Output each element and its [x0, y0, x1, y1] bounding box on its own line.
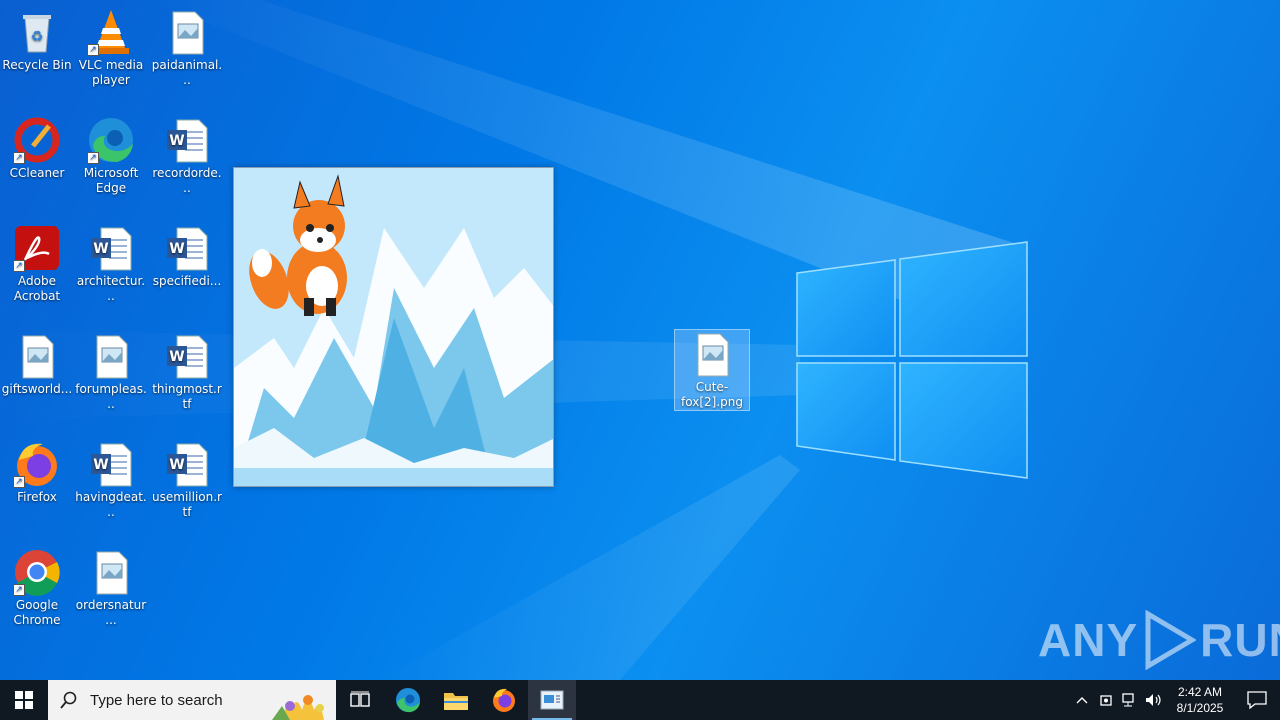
image-viewer-icon: [540, 690, 564, 710]
desktop-icon-usemillion[interactable]: W usemillion.rtf: [150, 440, 224, 520]
icon-label: Google Chrome: [13, 598, 61, 627]
image-file-icon: [87, 548, 135, 596]
word-doc-icon: W: [163, 224, 211, 272]
icon-label: Microsoft Edge: [83, 166, 139, 195]
desktop-icon-recordorde[interactable]: W recordorde...: [150, 116, 224, 196]
task-view-icon: [350, 691, 370, 707]
firefox-icon: [493, 688, 515, 712]
acrobat-icon: ↗: [13, 224, 61, 272]
desktop-icon-specifiedi[interactable]: W specifiedi...: [150, 224, 224, 289]
word-doc-icon: W: [87, 440, 135, 488]
watermark-text-any: ANY: [1038, 614, 1139, 666]
image-file-icon: [87, 332, 135, 380]
icon-label: havingdeat...: [75, 490, 147, 519]
taskbar-search-box[interactable]: Type here to search: [48, 680, 336, 720]
svg-text:♻: ♻: [31, 29, 44, 45]
icon-label: architectur...: [76, 274, 146, 303]
word-doc-icon: W: [163, 440, 211, 488]
image-file-icon: [13, 332, 61, 380]
search-placeholder: Type here to search: [90, 691, 223, 709]
svg-text:W: W: [169, 241, 184, 257]
desktop-icon-ordersnatur[interactable]: ordersnatur...: [74, 548, 148, 628]
chevron-up-icon: [1076, 697, 1088, 704]
svg-text:W: W: [93, 241, 108, 257]
word-doc-icon: W: [87, 224, 135, 272]
desktop-icon-thingmost[interactable]: W thingmost.rtf: [150, 332, 224, 412]
desktop-icon-ccleaner[interactable]: ↗ CCleaner: [0, 116, 74, 181]
start-button[interactable]: [0, 680, 48, 720]
search-icon: [60, 691, 77, 709]
desktop-icon-cute-fox[interactable]: Cute-fox[2].png: [674, 329, 750, 411]
firefox-icon: ↗: [13, 440, 61, 488]
fox-image-preview[interactable]: [233, 167, 554, 487]
fox-image: [234, 168, 553, 486]
icon-label: recordorde...: [152, 166, 222, 195]
icon-label: Adobe Acrobat: [13, 274, 61, 303]
folder-icon: [444, 693, 468, 710]
chrome-icon: ↗: [13, 548, 61, 596]
taskbar-edge-button[interactable]: [384, 680, 432, 720]
recycle-bin-icon: ♻: [13, 8, 61, 56]
taskbar-clock[interactable]: 2:42 AM 8/1/2025: [1166, 684, 1234, 716]
edge-icon: [396, 688, 420, 713]
windows-start-icon: [15, 691, 33, 709]
search-highlight-flowers-icon: [272, 695, 324, 720]
icon-label: thingmost.rtf: [152, 382, 222, 411]
network-button[interactable]: [1118, 680, 1142, 720]
taskbar: Type here to search 2:42 AM 8/1/2025: [0, 680, 1280, 720]
desktop-icon-microsoft-edge[interactable]: ↗ Microsoft Edge: [74, 116, 148, 196]
tray-app-button[interactable]: [1094, 680, 1118, 720]
play-icon: [1145, 610, 1197, 670]
taskbar-firefox-button[interactable]: [480, 680, 528, 720]
icon-label: specifiedi...: [152, 274, 222, 288]
taskbar-file-explorer-button[interactable]: [432, 680, 480, 720]
desktop-icon-havingdeat[interactable]: W havingdeat...: [74, 440, 148, 520]
desktop-icon-vlc[interactable]: ↗ VLC media player: [74, 8, 148, 88]
watermark-text-run: RUN: [1200, 614, 1280, 666]
desktop-icon-adobe-acrobat[interactable]: ↗ Adobe Acrobat: [0, 224, 74, 304]
desktop-icon-google-chrome[interactable]: ↗ Google Chrome: [0, 548, 74, 628]
word-doc-icon: W: [163, 332, 211, 380]
desktop-icon-firefox[interactable]: ↗ Firefox: [0, 440, 74, 505]
icon-label: Firefox: [17, 490, 57, 504]
tray-app-icon: [1100, 695, 1112, 706]
clock-time: 2:42 AM: [1177, 685, 1223, 699]
volume-button[interactable]: [1142, 680, 1166, 720]
word-doc-icon: W: [163, 116, 211, 164]
desktop-icon-architectur[interactable]: W architectur...: [74, 224, 148, 304]
action-center-button[interactable]: [1234, 680, 1280, 720]
svg-text:W: W: [169, 457, 184, 473]
task-view-button[interactable]: [336, 680, 384, 720]
edge-icon: ↗: [87, 116, 135, 164]
icon-label: CCleaner: [9, 166, 65, 180]
image-file-icon: [163, 8, 211, 56]
show-hidden-icons-button[interactable]: [1070, 680, 1094, 720]
desktop-icon-paidanimal[interactable]: paidanimal...: [150, 8, 224, 88]
anyrun-watermark: ANY RUN: [1038, 610, 1280, 670]
desktop-icon-recycle-bin[interactable]: ♻ Recycle Bin: [0, 8, 74, 73]
icon-label: paidanimal...: [151, 58, 223, 87]
vlc-icon: ↗: [87, 8, 135, 56]
svg-text:W: W: [169, 133, 184, 149]
system-tray: 2:42 AM 8/1/2025: [1070, 680, 1280, 720]
icon-label: giftsworld...: [1, 382, 73, 396]
clock-date: 8/1/2025: [1176, 701, 1224, 715]
svg-text:W: W: [93, 457, 108, 473]
icon-label: VLC media player: [78, 58, 144, 87]
volume-icon: [1146, 694, 1161, 706]
desktop-icon-forumpleas[interactable]: forumpleas...: [74, 332, 148, 412]
icon-label: Recycle Bin: [2, 58, 72, 72]
ccleaner-icon: ↗: [13, 116, 61, 164]
image-file-icon: [688, 330, 736, 378]
desktop-icon-giftsworld[interactable]: giftsworld...: [0, 332, 74, 397]
icon-label: forumpleas...: [75, 382, 147, 411]
icon-label: Cute-fox[2].png: [681, 380, 743, 409]
svg-text:W: W: [169, 349, 184, 365]
notification-icon: [1247, 691, 1267, 709]
icon-label: ordersnatur...: [75, 598, 147, 627]
icon-label: usemillion.rtf: [152, 490, 222, 519]
taskbar-photos-button[interactable]: [528, 680, 576, 720]
network-icon: [1122, 693, 1134, 707]
